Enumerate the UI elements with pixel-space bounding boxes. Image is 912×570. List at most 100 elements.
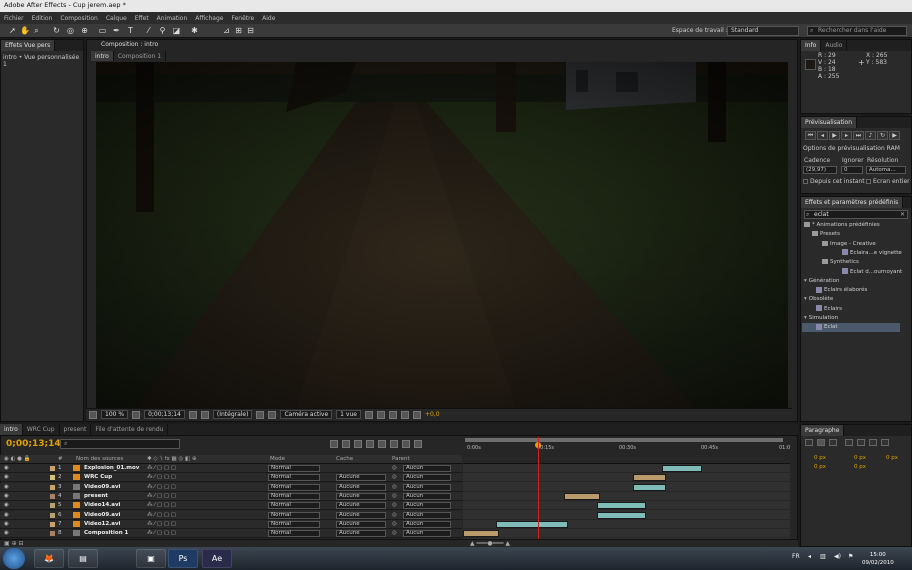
selection-tool-icon[interactable]: ➚	[8, 26, 17, 35]
layer-row[interactable]: ◉ 4 present ⁂ ⁄ ▢ ▢ ▢ Normal Aucune ◎ Aucun	[0, 491, 462, 501]
flag-icon[interactable]: ⚑	[848, 553, 853, 560]
menu-item-0[interactable]: Fichier	[4, 15, 24, 22]
pan-behind-tool-icon[interactable]: ⊕	[80, 26, 89, 35]
track-matte-select[interactable]: Aucune	[336, 483, 386, 491]
layer-label-color[interactable]	[50, 512, 55, 518]
justify-left-icon[interactable]	[845, 439, 853, 446]
current-time-indicator[interactable]	[538, 437, 540, 539]
fast-previews-icon[interactable]	[376, 410, 385, 419]
track-matte-select[interactable]: Aucune	[336, 520, 386, 528]
timeline-tab-0[interactable]: intro	[0, 424, 23, 435]
comp-tab-intro[interactable]: intro	[91, 51, 114, 61]
effects-tree-item[interactable]: Presets	[802, 230, 900, 239]
zoom-select[interactable]: 100 %	[101, 410, 129, 419]
effects-tree-item[interactable]: ▾ Génération	[802, 277, 900, 286]
current-time-display[interactable]: 0;00;13;14	[144, 410, 185, 419]
layer-name[interactable]: present	[84, 492, 108, 500]
align-center-icon[interactable]	[817, 439, 825, 446]
effects-tree-item[interactable]: Eclairs	[802, 305, 900, 314]
ram-preview-options[interactable]: Options de prévisualisation RAM	[803, 145, 900, 152]
pick-whip-icon[interactable]: ◎	[392, 501, 397, 509]
layer-row[interactable]: ◉ 3 Video09.avi ⁂ ⁄ ▢ ▢ ▢ Normal Aucune ◎ Aucun	[0, 482, 462, 492]
eraser-tool-icon[interactable]: ◪	[172, 26, 181, 35]
frame-blending-icon[interactable]	[378, 440, 386, 448]
workspace-select[interactable]: Standard	[727, 26, 799, 36]
layer-label-color[interactable]	[50, 531, 55, 537]
pick-whip-icon[interactable]: ◎	[392, 464, 397, 472]
pixel-aspect-icon[interactable]	[364, 410, 373, 419]
layer-switches-icon[interactable]: ⁂ ⁄ ▢ ▢ ▢	[147, 492, 176, 500]
orbit-camera-tool-icon[interactable]: ◎	[66, 26, 75, 35]
view-layout-select[interactable]: 1 vue	[336, 410, 361, 419]
indent-left-field[interactable]: 0 px	[814, 455, 826, 461]
folder-icon[interactable]: ▤	[68, 549, 98, 568]
photoshop-icon[interactable]: Ps	[168, 549, 198, 568]
pick-whip-icon[interactable]: ◎	[392, 473, 397, 481]
blend-mode-select[interactable]: Normal	[268, 483, 320, 491]
menu-item-7[interactable]: Fenêtre	[231, 15, 254, 22]
hand-tool-icon[interactable]: ✋	[20, 26, 30, 35]
layer-name[interactable]: WRC Cup	[84, 473, 112, 481]
tab-paragraph[interactable]: Paragraphe	[801, 425, 845, 436]
grid-icon[interactable]	[132, 410, 141, 419]
volume-icon[interactable]: ◀)	[834, 553, 841, 560]
parent-select[interactable]: Aucun	[403, 530, 451, 538]
layer-duration-bar[interactable]	[495, 520, 568, 528]
tab-info[interactable]: Info	[801, 40, 822, 51]
skip-select[interactable]: 0	[841, 166, 863, 174]
layer-switches-icon[interactable]: ⁂ ⁄ ▢ ▢ ▢	[147, 473, 176, 481]
audio-icon[interactable]: ♪	[865, 131, 876, 140]
justify-center-icon[interactable]	[857, 439, 865, 446]
layer-switches-icon[interactable]: ⁂ ⁄ ▢ ▢ ▢	[147, 464, 176, 472]
parent-select[interactable]: Aucun	[403, 492, 451, 500]
full-screen-checkbox[interactable]	[866, 179, 871, 184]
layer-row[interactable]: ◉ 8 Composition 1 ⁂ ⁄ ▢ ▢ ▢ Normal Aucune ◎ Auc…	[0, 529, 462, 539]
brush-tool-icon[interactable]: ⁄	[144, 26, 153, 35]
effects-tree-item[interactable]: ▾ Simulation	[802, 314, 900, 323]
menu-item-4[interactable]: Effet	[135, 15, 149, 22]
track-matte-select[interactable]: Aucune	[336, 511, 386, 519]
layer-label-color[interactable]	[50, 503, 55, 509]
visibility-eye-icon[interactable]: ◉	[4, 473, 9, 481]
safe-zones-icon[interactable]	[89, 410, 97, 419]
layer-switches-icon[interactable]: ⁂ ⁄ ▢ ▢ ▢	[147, 511, 176, 519]
effects-tree-item[interactable]: * Animations prédéfinies	[802, 221, 900, 230]
toggle-panes-icon[interactable]: ▣ ⊕ ⊟	[4, 540, 24, 547]
world-axis-icon[interactable]: ⊞	[234, 26, 243, 35]
pen-tool-icon[interactable]: ✒	[112, 26, 121, 35]
justify-right-icon[interactable]	[869, 439, 877, 446]
layer-duration-bar[interactable]	[633, 474, 666, 482]
layer-name[interactable]: Video14.avi	[84, 501, 120, 509]
play-icon[interactable]: ▶	[829, 131, 840, 140]
time-ruler[interactable]: 0:00s 00:15s 00:30s 00:45s 01:0	[463, 437, 790, 464]
blend-mode-select[interactable]: Normal	[268, 465, 320, 472]
effects-tree-item[interactable]: Eclat	[802, 323, 900, 333]
layer-duration-bar[interactable]	[597, 502, 647, 510]
visibility-eye-icon[interactable]: ◉	[4, 520, 9, 528]
pick-whip-icon[interactable]: ◎	[392, 483, 397, 491]
layer-row[interactable]: ◉ 6 Video09.avi ⁂ ⁄ ▢ ▢ ▢ Normal Aucune ◎ Aucun	[0, 510, 462, 520]
menu-item-8[interactable]: Aide	[262, 15, 275, 22]
parent-select[interactable]: Aucun	[403, 520, 451, 528]
show-channel-icon[interactable]	[200, 410, 209, 419]
comp-mini-flowchart-icon[interactable]	[330, 440, 338, 448]
effects-tree-item[interactable]: Eclairs élaborés	[802, 286, 900, 295]
effects-tree-item[interactable]: Eclaira...e vignette	[802, 249, 902, 258]
menu-item-1[interactable]: Edition	[32, 15, 53, 22]
layer-switches-icon[interactable]: ⁂ ⁄ ▢ ▢ ▢	[147, 483, 176, 491]
track-matte-select[interactable]: Aucune	[336, 502, 386, 510]
tab-preview[interactable]: Prévisualisation	[801, 117, 857, 128]
layer-name[interactable]: Video09.avi	[84, 511, 120, 519]
visibility-eye-icon[interactable]: ◉	[4, 529, 9, 537]
visibility-eye-icon[interactable]: ◉	[4, 483, 9, 491]
composition-viewer[interactable]	[96, 62, 788, 408]
parent-select[interactable]: Aucun	[403, 502, 451, 510]
view-axis-icon[interactable]: ⊟	[246, 26, 255, 35]
rectangle-mask-tool-icon[interactable]: ▭	[98, 26, 107, 35]
zoom-tool-icon[interactable]: ⌕	[32, 26, 41, 35]
effects-tree-item[interactable]: Synthetics	[802, 258, 900, 267]
visibility-eye-icon[interactable]: ◉	[4, 492, 9, 500]
timeline-tracks[interactable]: 0:00s 00:15s 00:30s 00:45s 01:0	[463, 437, 790, 539]
timeline-current-time[interactable]: 0;00;13;14	[6, 439, 61, 449]
space-before-field[interactable]: 0 px	[814, 464, 826, 470]
